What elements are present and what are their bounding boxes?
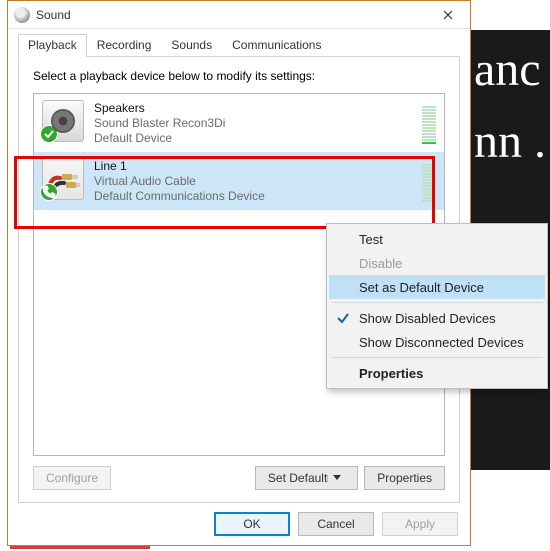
configure-button[interactable]: Configure bbox=[33, 466, 111, 490]
tab-playback[interactable]: Playback bbox=[18, 34, 87, 57]
apply-button[interactable]: Apply bbox=[382, 512, 458, 536]
menu-item-label: Show Disabled Devices bbox=[359, 311, 496, 326]
menu-item-show-disabled[interactable]: Show Disabled Devices bbox=[329, 306, 545, 330]
chevron-down-icon[interactable] bbox=[327, 475, 345, 481]
close-button[interactable] bbox=[426, 1, 470, 29]
menu-item-test[interactable]: Test bbox=[329, 227, 545, 251]
tab-communications[interactable]: Communications bbox=[222, 34, 331, 57]
menu-item-disable: Disable bbox=[329, 251, 545, 275]
tab-recording[interactable]: Recording bbox=[87, 34, 162, 57]
dialog-buttons: OK Cancel Apply bbox=[8, 503, 470, 545]
device-status: Default Communications Device bbox=[94, 189, 418, 204]
menu-item-show-disconnected[interactable]: Show Disconnected Devices bbox=[329, 330, 545, 354]
cancel-button[interactable]: Cancel bbox=[298, 512, 374, 536]
device-item-line1[interactable]: Line 1 Virtual Audio Cable Default Commu… bbox=[34, 152, 444, 210]
panel-buttons: Configure Set Default Properties bbox=[33, 466, 445, 490]
tabstrip: Playback Recording Sounds Communications bbox=[18, 33, 460, 57]
dialog-title: Sound bbox=[36, 8, 426, 22]
titlebar: Sound bbox=[8, 1, 470, 29]
audio-cable-icon bbox=[42, 158, 84, 200]
properties-button[interactable]: Properties bbox=[364, 466, 445, 490]
menu-separator bbox=[331, 357, 543, 358]
set-default-button[interactable]: Set Default bbox=[255, 466, 358, 490]
menu-item-set-default[interactable]: Set as Default Device bbox=[329, 275, 545, 299]
device-status: Default Device bbox=[94, 131, 418, 146]
device-name: Line 1 bbox=[94, 159, 418, 174]
default-check-badge bbox=[40, 125, 58, 143]
speaker-icon bbox=[42, 100, 84, 142]
communications-phone-badge bbox=[40, 183, 58, 201]
set-default-label: Set Default bbox=[268, 471, 327, 485]
sound-icon bbox=[14, 7, 30, 23]
level-meter bbox=[422, 158, 436, 202]
device-text: Line 1 Virtual Audio Cable Default Commu… bbox=[94, 158, 418, 204]
tab-sounds[interactable]: Sounds bbox=[161, 34, 222, 57]
context-menu: Test Disable Set as Default Device Show … bbox=[326, 223, 548, 389]
ok-button[interactable]: OK bbox=[214, 512, 290, 536]
instruction-text: Select a playback device below to modify… bbox=[33, 69, 445, 83]
check-icon bbox=[336, 311, 350, 325]
device-driver: Sound Blaster Recon3Di bbox=[94, 116, 418, 131]
device-item-speakers[interactable]: Speakers Sound Blaster Recon3Di Default … bbox=[34, 94, 444, 152]
menu-separator bbox=[331, 302, 543, 303]
device-driver: Virtual Audio Cable bbox=[94, 174, 418, 189]
menu-item-properties[interactable]: Properties bbox=[329, 361, 545, 385]
level-meter bbox=[422, 100, 436, 144]
device-name: Speakers bbox=[94, 101, 418, 116]
device-text: Speakers Sound Blaster Recon3Di Default … bbox=[94, 100, 418, 146]
